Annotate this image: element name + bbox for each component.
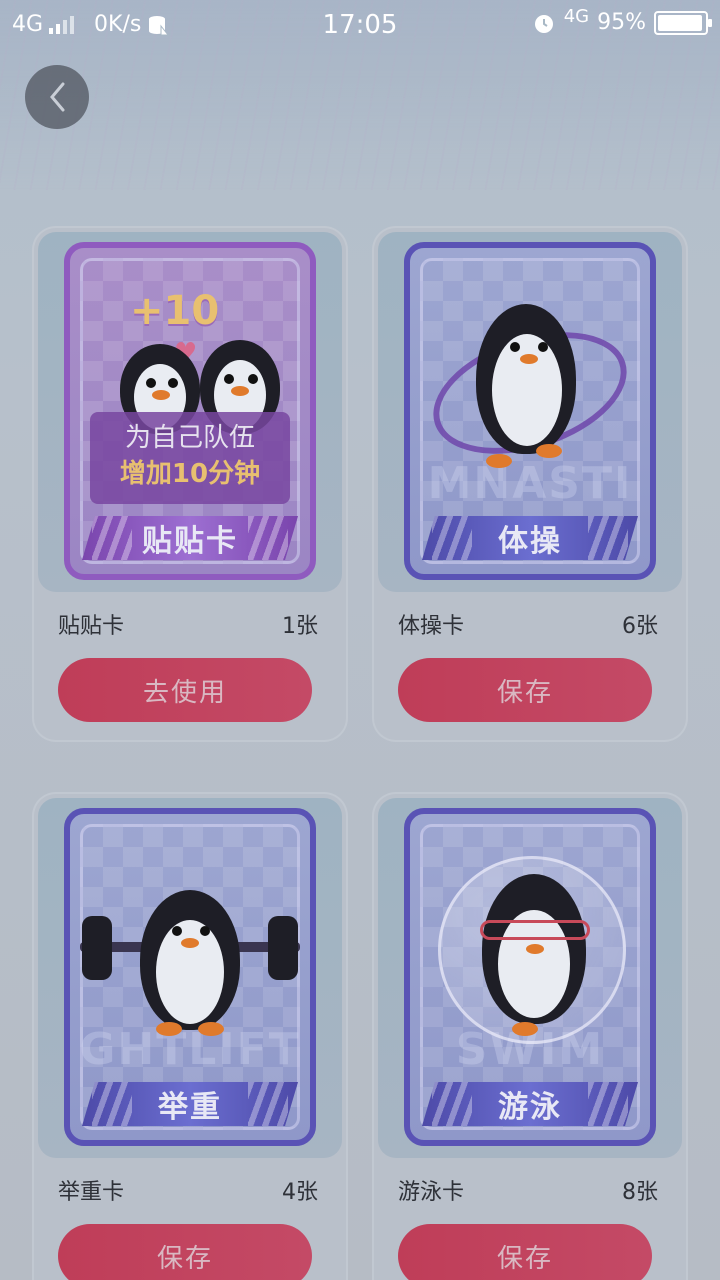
card-art-banner: 举重 bbox=[82, 1082, 298, 1126]
promo-box: 为自己队伍 增加10分钟 bbox=[90, 412, 290, 504]
chevron-left-icon bbox=[50, 82, 65, 112]
card-art-banner: 贴贴卡 bbox=[82, 516, 298, 560]
card-count: 4张 bbox=[282, 1180, 318, 1205]
card-frame: GHTLIFT 举重 bbox=[64, 808, 316, 1146]
card-frame: +10 ♥ 为自己队伍 增加10分钟 贴贴卡 bbox=[64, 242, 316, 580]
network-type-right: 4G bbox=[563, 6, 590, 27]
status-bar: 4G 0K/s 17:05 4G 95% bbox=[0, 0, 720, 50]
save-button[interactable]: 保存 bbox=[58, 1224, 312, 1280]
card-art-banner: 游泳 bbox=[422, 1082, 638, 1126]
status-right: 4G 95% bbox=[532, 6, 712, 35]
card-name: 体操卡 bbox=[398, 614, 465, 639]
card-count: 6张 bbox=[622, 614, 658, 639]
card-ticao[interactable]: MNASTI 体操 体操卡 6张 保存 bbox=[372, 226, 688, 742]
card-art-banner: 体操 bbox=[422, 516, 638, 560]
card-art-title: 举重 bbox=[158, 1090, 222, 1125]
card-art: +10 ♥ 为自己队伍 增加10分钟 贴贴卡 bbox=[38, 232, 342, 592]
card-art: MNASTI 体操 bbox=[378, 232, 682, 592]
card-youyong[interactable]: SWIM 游泳 游泳卡 8张 保存 bbox=[372, 792, 688, 1280]
battery-icon bbox=[654, 10, 712, 35]
battery-percent: 95% bbox=[597, 10, 646, 35]
card-art-title: 游泳 bbox=[498, 1090, 562, 1125]
card-art-title: 体操 bbox=[498, 524, 562, 559]
gymnast-penguin-illustration bbox=[466, 304, 596, 474]
card-art: SWIM 游泳 bbox=[378, 798, 682, 1158]
card-frame: MNASTI 体操 bbox=[404, 242, 656, 580]
card-count: 1张 bbox=[282, 614, 318, 639]
card-tietie[interactable]: +10 ♥ 为自己队伍 增加10分钟 贴贴卡 贴贴卡 1张 去使用 bbox=[32, 226, 348, 742]
card-art: GHTLIFT 举重 bbox=[38, 798, 342, 1158]
card-name: 贴贴卡 bbox=[58, 614, 125, 639]
battery-fill bbox=[658, 14, 702, 31]
weightlifter-penguin-illustration bbox=[70, 880, 310, 1050]
back-button[interactable] bbox=[25, 65, 89, 129]
card-art-title: 贴贴卡 bbox=[142, 524, 238, 559]
card-name: 举重卡 bbox=[58, 1180, 125, 1205]
promo-line-1: 为自己队伍 bbox=[124, 423, 255, 453]
swimmer-penguin-illustration bbox=[460, 874, 610, 1036]
card-name: 游泳卡 bbox=[398, 1180, 465, 1205]
alarm-icon bbox=[534, 14, 553, 33]
card-juzhong[interactable]: GHTLIFT 举重 举重卡 4张 保存 bbox=[32, 792, 348, 1280]
save-button[interactable]: 保存 bbox=[398, 658, 652, 722]
card-frame: SWIM 游泳 bbox=[404, 808, 656, 1146]
card-count: 8张 bbox=[622, 1180, 658, 1205]
promo-line-2: 增加10分钟 bbox=[119, 459, 261, 489]
bonus-label: +10 bbox=[130, 288, 220, 334]
use-button[interactable]: 去使用 bbox=[58, 658, 312, 722]
save-button[interactable]: 保存 bbox=[398, 1224, 652, 1280]
